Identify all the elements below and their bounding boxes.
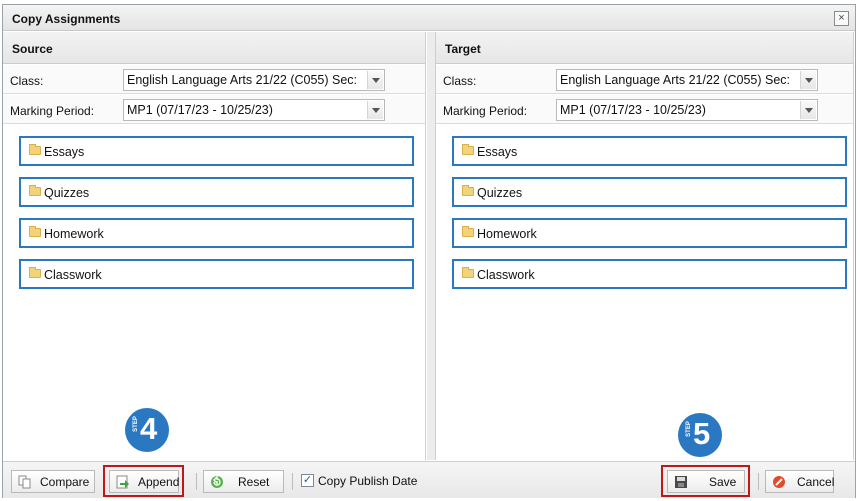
target-folder-classwork[interactable]: Classwork [452, 259, 847, 289]
target-mp-row: Marking Period: MP1 (07/17/23 - 10/25/23… [436, 95, 853, 124]
folder-icon [462, 226, 474, 237]
chevron-down-icon[interactable] [367, 71, 383, 89]
folder-label: Homework [477, 227, 537, 241]
folder-label: Homework [44, 227, 104, 241]
chevron-down-icon[interactable] [800, 101, 816, 119]
toolbar-separator [292, 473, 293, 490]
target-folder-homework[interactable]: Homework [452, 218, 847, 248]
target-panel: Target Class: English Language Arts 21/2… [435, 32, 854, 460]
footer-toolbar: Compare Append Reset ✓ Copy Publish Date… [3, 461, 855, 498]
folder-label: Essays [44, 145, 85, 159]
target-class-value: English Language Arts 21/22 (C055) Sec: [560, 73, 791, 87]
folder-label: Classwork [477, 268, 535, 282]
source-header: Source [3, 32, 425, 64]
dialog-title: Copy Assignments [12, 12, 121, 26]
close-icon[interactable]: × [834, 11, 849, 26]
title-bar: Copy Assignments × [3, 5, 855, 31]
cancel-label: Cancel [797, 475, 835, 489]
source-class-value: English Language Arts 21/22 (C055) Sec: [127, 73, 358, 87]
source-folder-classwork[interactable]: Classwork [19, 259, 414, 289]
copy-publish-date-checkbox[interactable]: ✓ [301, 474, 314, 487]
save-button[interactable]: Save [667, 470, 745, 493]
folder-label: Quizzes [477, 186, 523, 200]
folder-icon [462, 185, 474, 196]
target-title: Target [445, 42, 481, 56]
compare-button[interactable]: Compare [11, 470, 95, 493]
compare-icon [18, 475, 31, 489]
reset-icon [211, 475, 223, 488]
cancel-button[interactable]: Cancel [765, 470, 834, 493]
folder-icon [462, 267, 474, 278]
target-mp-value: MP1 (07/17/23 - 10/25/23) [560, 103, 706, 117]
step-4-badge: STEP 4 [125, 408, 169, 452]
toolbar-separator [196, 473, 197, 490]
folder-icon [462, 144, 474, 155]
chevron-down-icon[interactable] [800, 71, 816, 89]
save-icon [675, 476, 687, 488]
target-mp-select[interactable]: MP1 (07/17/23 - 10/25/23) [556, 99, 818, 121]
reset-button[interactable]: Reset [203, 470, 284, 493]
target-header: Target [436, 32, 853, 64]
source-class-label: Class: [10, 74, 44, 88]
step-word: STEP [132, 416, 139, 432]
target-class-row: Class: English Language Arts 21/22 (C055… [436, 65, 853, 94]
source-mp-row: Marking Period: MP1 (07/17/23 - 10/25/23… [3, 95, 425, 124]
step-5-badge: STEP 5 [678, 413, 722, 457]
target-class-label: Class: [443, 74, 477, 88]
source-mp-select[interactable]: MP1 (07/17/23 - 10/25/23) [123, 99, 385, 121]
folder-icon [29, 185, 41, 196]
folder-label: Quizzes [44, 186, 90, 200]
target-mp-label: Marking Period: [443, 104, 528, 118]
append-button[interactable]: Append [109, 470, 179, 493]
source-title: Source [12, 42, 53, 56]
reset-label: Reset [238, 475, 270, 489]
source-folder-quizzes[interactable]: Quizzes [19, 177, 414, 207]
copy-publish-date-label: Copy Publish Date [318, 474, 418, 488]
append-icon [116, 475, 129, 489]
source-folder-essays[interactable]: Essays [19, 136, 414, 166]
source-mp-label: Marking Period: [10, 104, 95, 118]
append-label: Append [138, 475, 180, 489]
cancel-icon [773, 476, 785, 488]
toolbar-separator [758, 473, 759, 490]
panel-splitter[interactable] [427, 32, 435, 460]
step-number: 4 [140, 411, 158, 446]
source-panel: Source Class: English Language Arts 21/2… [3, 32, 426, 460]
target-folder-essays[interactable]: Essays [452, 136, 847, 166]
compare-label: Compare [40, 475, 90, 489]
chevron-down-icon[interactable] [367, 101, 383, 119]
folder-icon [29, 144, 41, 155]
folder-icon [29, 267, 41, 278]
step-number: 5 [693, 416, 711, 451]
folder-label: Essays [477, 145, 518, 159]
folder-icon [29, 226, 41, 237]
save-label: Save [709, 475, 737, 489]
step-word: STEP [685, 421, 692, 437]
target-class-select[interactable]: English Language Arts 21/22 (C055) Sec: [556, 69, 818, 91]
source-class-select[interactable]: English Language Arts 21/22 (C055) Sec: [123, 69, 385, 91]
source-folder-homework[interactable]: Homework [19, 218, 414, 248]
source-mp-value: MP1 (07/17/23 - 10/25/23) [127, 103, 273, 117]
target-folder-quizzes[interactable]: Quizzes [452, 177, 847, 207]
source-class-row: Class: English Language Arts 21/22 (C055… [3, 65, 425, 94]
folder-label: Classwork [44, 268, 102, 282]
